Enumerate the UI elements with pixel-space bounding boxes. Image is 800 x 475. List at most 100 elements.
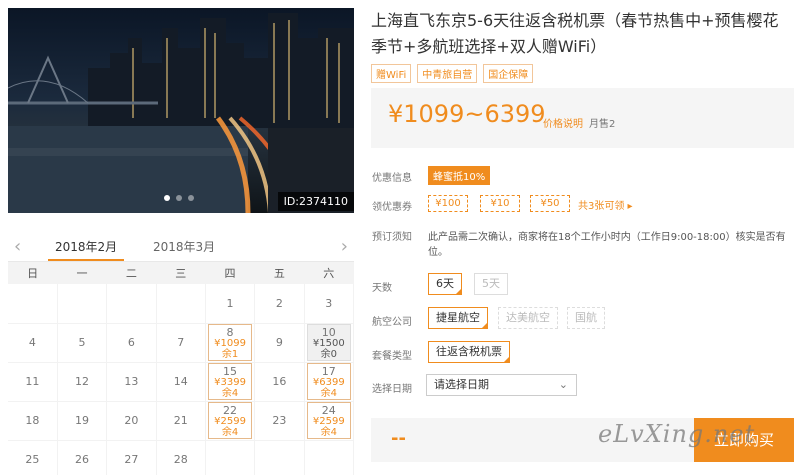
option-package-roundtrip[interactable]: 往返含税机票	[428, 341, 510, 363]
day-number: 15	[223, 365, 238, 378]
calendar-week-row: 4 5 6 7 8 ¥1099 余1 9 10 ¥1500 余0	[8, 323, 355, 363]
price-explanation-link[interactable]: 价格说明	[543, 115, 583, 130]
product-page: ID:2374110 ‹ 2018年2月 2018年3月 › 日一二三四五六 1…	[0, 0, 800, 475]
tag-wifi: 赠WiFi	[371, 64, 412, 83]
weekday-header: 日一二三四五六	[8, 262, 354, 284]
photo-id-label: ID:2374110	[277, 192, 354, 211]
calendar-day-cell[interactable]: 17 ¥6399 余4	[304, 362, 355, 402]
buy-now-button[interactable]: 立即购买	[694, 418, 794, 462]
total-price: --	[391, 428, 406, 449]
option-airline-airchina[interactable]: 国航	[567, 307, 605, 329]
calendar-day-cell: 25	[8, 440, 58, 475]
day-number: 4	[28, 336, 36, 349]
day-number: 3	[325, 296, 333, 310]
calendar-day-cell[interactable]: 8 ¥1099 余1	[205, 323, 256, 363]
day-number: 6	[127, 336, 135, 349]
option-airline-jetstar[interactable]: 捷星航空	[428, 307, 488, 329]
carousel-dot[interactable]	[164, 195, 170, 201]
day-number: 14	[173, 375, 188, 388]
day-remaining: 余0	[320, 349, 337, 360]
carousel-dot[interactable]	[176, 195, 182, 201]
calendar-day-cell[interactable]: 24 ¥2599 余4	[304, 401, 355, 441]
weekday-header-cell: 二	[106, 262, 157, 284]
tab-month-feb[interactable]: 2018年2月	[47, 238, 125, 261]
notice-label: 预订须知	[372, 232, 412, 243]
product-title: 上海直飞东京5-6天往返含税机票（春节热售中+预售樱花季节+多航班选择+双人赠W…	[371, 11, 779, 56]
chevron-right-icon[interactable]: ›	[341, 236, 348, 257]
calendar-day-cell: 9	[254, 323, 305, 363]
calendar-day-cell[interactable]: 10 ¥1500 余0	[304, 323, 355, 363]
coupon-more-link[interactable]: 共3张可领 ▸	[578, 197, 633, 212]
coupon-label: 领优惠券	[372, 202, 412, 213]
calendar-day-available[interactable]: 10 ¥1500 余0	[306, 324, 351, 361]
day-number: 28	[173, 453, 188, 466]
calendar-day-cell: 4	[8, 323, 58, 363]
date-select-value: 请选择日期	[434, 378, 489, 391]
date-label: 选择日期	[372, 384, 412, 395]
day-number: 16	[272, 375, 287, 388]
day-number: 8	[226, 326, 234, 339]
calendar-day-available[interactable]: 15 ¥3399 余4	[208, 363, 253, 400]
day-price: ¥2599	[312, 416, 345, 427]
day-number: 9	[275, 336, 283, 349]
day-price: ¥3399	[214, 377, 246, 388]
carousel-dots[interactable]	[164, 195, 194, 201]
calendar-day-cell: 7	[156, 323, 206, 363]
day-number: 5	[78, 336, 86, 349]
coupon-100[interactable]: ¥100	[428, 195, 468, 212]
calendar-day-cell: 20	[106, 401, 157, 441]
calendar-week-row: 25 26 27 28	[8, 440, 355, 475]
booking-notice: 此产品需二次确认，商家将在18个工作小时内（工作日9:00-18:00）核实是否…	[428, 232, 786, 258]
calendar-day-cell[interactable]: 22 ¥2599 余4	[205, 401, 256, 441]
calendar-day-available[interactable]: 24 ¥2599 余4	[306, 402, 351, 439]
calendar-day-cell: 26	[57, 440, 108, 475]
day-number: 13	[124, 375, 139, 388]
day-number: 12	[75, 375, 90, 388]
calendar-week-row: 18 19 20 21 22 ¥2599 余4 23 24 ¥2599 余4	[8, 401, 355, 441]
calendar-day-cell: 23	[254, 401, 305, 441]
calendar-day-available[interactable]: 22 ¥2599 余4	[208, 402, 253, 439]
day-number: 26	[75, 453, 90, 466]
calendar-nav: ‹ 2018年2月 2018年3月 ›	[8, 230, 354, 262]
calendar-day-cell	[106, 284, 157, 324]
calendar-day-cell: 28	[156, 440, 206, 475]
option-days-5[interactable]: 5天	[474, 273, 508, 295]
date-select[interactable]: 请选择日期 ⌄	[426, 374, 577, 396]
calendar-day-available[interactable]: 17 ¥6399 余4	[306, 363, 351, 400]
departure-calendar: ‹ 2018年2月 2018年3月 › 日一二三四五六 1 2 3 4 5 6 7 8 ¥109…	[8, 230, 355, 475]
city-night-image	[8, 13, 354, 213]
day-remaining: 余4	[320, 427, 337, 438]
option-days-6[interactable]: 6天	[428, 273, 462, 295]
calendar-week-row: 11 12 13 14 15 ¥3399 余4 16 17 ¥6399 余4	[8, 362, 355, 402]
chevron-left-icon[interactable]: ‹	[14, 236, 21, 257]
purchase-bar: -- 立即购买	[371, 418, 794, 462]
calendar-day-cell	[254, 440, 305, 475]
day-price: ¥2599	[214, 416, 246, 427]
calendar-day-cell	[8, 284, 58, 324]
calendar-day-cell: 18	[8, 401, 58, 441]
calendar-day-available[interactable]: 8 ¥1099 余1	[208, 324, 253, 361]
day-number: 10	[321, 326, 336, 339]
day-price: ¥1099	[214, 338, 246, 349]
calendar-day-cell[interactable]: 15 ¥3399 余4	[205, 362, 256, 402]
day-remaining: 余4	[221, 427, 239, 438]
tag-guarantee: 国企保障	[483, 64, 534, 83]
calendar-day-cell	[156, 284, 206, 324]
calendar-day-cell: 2	[254, 284, 305, 324]
day-remaining: 余4	[221, 388, 239, 399]
calendar-day-cell: 1	[205, 284, 256, 324]
tab-month-mar[interactable]: 2018年3月	[153, 238, 215, 255]
calendar-grid: 日一二三四五六 1 2 3 4 5 6 7 8 ¥1099 余1 9 10 ¥1500 余0 11 12 13 1…	[8, 262, 355, 475]
weekday-header-cell: 三	[156, 262, 206, 284]
day-number: 24	[321, 404, 336, 417]
calendar-day-cell: 11	[8, 362, 58, 402]
coupon-10[interactable]: ¥10	[480, 195, 520, 212]
coupon-50[interactable]: ¥50	[530, 195, 570, 212]
chevron-down-icon: ⌄	[558, 378, 568, 391]
day-price: ¥1500	[312, 338, 345, 349]
weekday-header-cell: 六	[304, 262, 354, 284]
carousel-dot[interactable]	[188, 195, 194, 201]
product-photo[interactable]: ID:2374110	[8, 8, 354, 213]
option-airline-delta[interactable]: 达美航空	[498, 307, 558, 329]
day-number: 22	[223, 404, 238, 417]
